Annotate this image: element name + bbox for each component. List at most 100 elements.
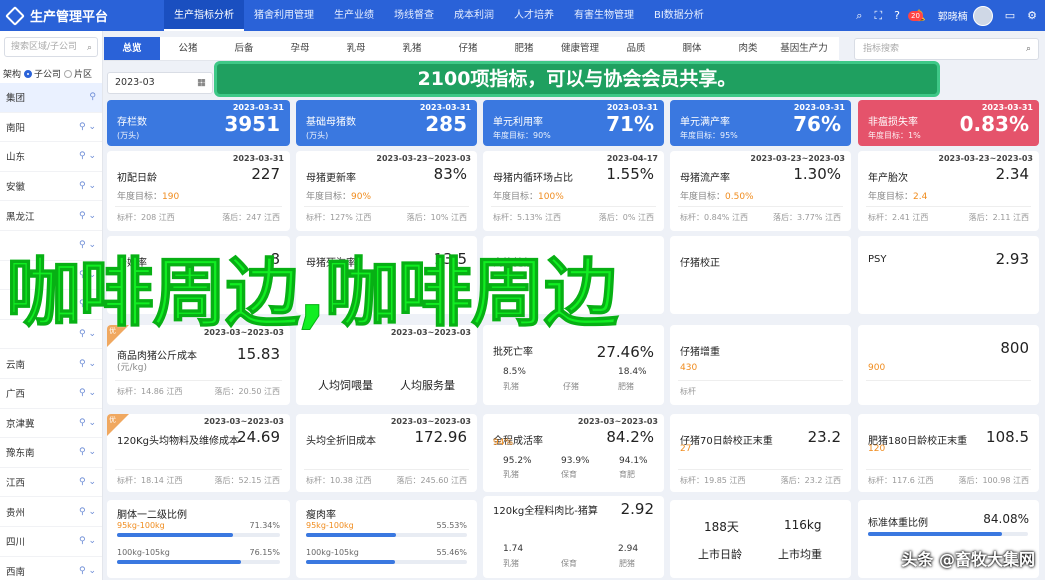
user-icon: ⚲ ⌄	[79, 151, 96, 162]
tab-3[interactable]: 孕母	[272, 37, 328, 60]
user-icon: ⚲ ⌄	[79, 417, 96, 428]
divider	[678, 206, 843, 207]
nav-item[interactable]: 人才培养	[504, 0, 564, 31]
metric-date: 2023-03-23~2023-03	[376, 154, 471, 163]
tab-9[interactable]: 品质	[608, 37, 664, 60]
target-label: 年度目标：	[306, 192, 352, 202]
metric-name: 120kg全程料肉比-猪算	[493, 506, 598, 517]
laggard: 落后：3.77% 江西	[773, 213, 841, 222]
indicator-search-input[interactable]: 指标搜索 ⌕	[854, 38, 1039, 60]
metric-name: 头均全折旧成本	[306, 436, 376, 447]
metric-card: 仔猪校正	[670, 236, 851, 314]
ratio-card: 胴体一二级比例 95kg-100kg 71.34% 100kg-105kg 76.15%	[107, 500, 290, 578]
sidebar-item[interactable]: 南阳 ⚲ ⌄	[0, 113, 102, 143]
divider	[115, 380, 282, 381]
benchmark: 标杆：208 江西	[117, 213, 175, 222]
tab-12[interactable]: 基因生产力	[776, 37, 832, 60]
sidebar-item-label: 京津冀	[6, 418, 35, 430]
sidebar-item[interactable]: 豫东南 ⚲ ⌄	[0, 438, 102, 468]
screen-icon[interactable]: ▭	[1005, 9, 1015, 22]
target-value: 90%	[351, 192, 372, 202]
tab-8[interactable]: 健康管理	[552, 37, 608, 60]
nav-item[interactable]: 成本利润	[444, 0, 504, 31]
metric-value: 108.5	[986, 428, 1029, 446]
main-nav: 生产指标分析 猪舍利用管理 生产业绩 场线督查 成本利润 人才培养 有害生物管理…	[164, 0, 714, 31]
date-picker[interactable]: 2023-03 ▦	[107, 72, 213, 94]
date-value: 2023-03	[115, 77, 155, 88]
sidebar-item[interactable]: 黑龙江 ⚲ ⌄	[0, 201, 102, 231]
benchmark: 标杆：127% 江西	[306, 213, 372, 222]
sidebar-item[interactable]: 云南 ⚲ ⌄	[0, 349, 102, 379]
sub-value: 18.4%	[618, 367, 647, 377]
bar-label: 95kg-100kg	[117, 521, 165, 530]
bell-icon[interactable]: 🔔20	[908, 9, 926, 22]
bar-value: 71.34%	[249, 521, 280, 530]
search-icon[interactable]: ⌕	[856, 9, 862, 23]
tab-10[interactable]: 胴体	[664, 37, 720, 60]
sub-label: 乳猪	[503, 470, 519, 479]
metric-value: 2.93	[995, 250, 1029, 268]
target-value: 190	[162, 192, 180, 202]
laggard: 落后：247 江西	[222, 213, 280, 222]
fullscreen-icon[interactable]: ⛶	[874, 9, 882, 23]
benchmark: 标杆	[680, 387, 696, 396]
laggard: 落后：100.98 江西	[958, 476, 1029, 485]
bar-value: 76.15%	[249, 548, 280, 557]
sidebar-item[interactable]: 贵州 ⚲ ⌄	[0, 497, 102, 527]
target-label: 年度目标：	[493, 192, 539, 202]
tab-0[interactable]: 总览	[104, 37, 160, 60]
laggard: 落后：52.15 江西	[214, 476, 280, 485]
metric-date: 2023-03~2023-03	[203, 417, 284, 426]
tab-4[interactable]: 乳母	[328, 37, 384, 60]
top-bar: 生产管理平台 生产指标分析 猪舍利用管理 生产业绩 场线督查 成本利润 人才培养…	[0, 0, 1045, 31]
tab-11[interactable]: 肉类	[720, 37, 776, 60]
sidebar-item[interactable]: 京津冀 ⚲ ⌄	[0, 409, 102, 439]
metric-name: 仔猪70日龄校正末重	[680, 436, 773, 447]
user-menu[interactable]: 郭晓楠	[938, 5, 993, 26]
metric-name: PSY	[868, 254, 887, 265]
sidebar-item[interactable]: 山东 ⚲ ⌄	[0, 142, 102, 172]
tab-6[interactable]: 仔猪	[440, 37, 496, 60]
sidebar-item[interactable]: 安徽 ⚲ ⌄	[0, 172, 102, 202]
bar-label: 100kg-105kg	[306, 548, 359, 557]
tab-7[interactable]: 肥猪	[496, 37, 552, 60]
settings-icon[interactable]: ⚙	[1027, 9, 1037, 22]
user-icon: ⚲ ⌄	[79, 536, 96, 547]
watermark-text: 咖啡周边,咖啡周边	[6, 249, 619, 338]
sidebar-item[interactable]: 西南 ⚲ ⌄	[0, 557, 102, 580]
nav-item[interactable]: 场线督查	[384, 0, 444, 31]
benchmark: 标杆：14.86 江西	[117, 387, 183, 396]
app-logo[interactable]: 生产管理平台	[0, 5, 164, 26]
nav-item[interactable]: 猪舍利用管理	[244, 0, 324, 31]
tab-2[interactable]: 后备	[216, 37, 272, 60]
kpi-value: 3951	[224, 112, 280, 136]
divider	[678, 469, 843, 470]
sidebar-item[interactable]: 江西 ⚲ ⌄	[0, 468, 102, 498]
sidebar-item-label: 贵州	[6, 507, 26, 519]
sidebar-item-label: 四川	[6, 537, 26, 549]
nav-item[interactable]: 有害生物管理	[564, 0, 644, 31]
sidebar-item[interactable]: 集团 ⚲	[0, 83, 102, 113]
nav-item[interactable]: 生产指标分析	[164, 0, 244, 31]
sub-value: 1.74	[503, 544, 524, 554]
user-icon: ⚲ ⌄	[79, 210, 96, 221]
sidebar-item-label: 广西	[6, 389, 26, 401]
metric-card: 120kg全程料肉比-猪算 2.92 1.74 2.94 乳猪 保育 肥猪	[483, 496, 664, 578]
radio-area[interactable]: 片区	[64, 67, 92, 80]
tab-5[interactable]: 乳猪	[384, 37, 440, 60]
nav-item[interactable]: BI数据分析	[644, 0, 714, 31]
tab-1[interactable]: 公猪	[160, 37, 216, 60]
kpi-value: 76%	[793, 112, 841, 136]
radio-company[interactable]: 子公司	[24, 67, 61, 80]
sidebar-search-input[interactable]: 搜索区域/子公司 ⌕	[4, 37, 98, 57]
metric-value: 24.69	[237, 428, 280, 446]
sidebar-item[interactable]: 四川 ⚲ ⌄	[0, 527, 102, 557]
nav-item[interactable]: 生产业绩	[324, 0, 384, 31]
metric-target: 年度目标：2.4	[868, 189, 927, 202]
sidebar-item[interactable]: 广西 ⚲ ⌄	[0, 379, 102, 409]
user-icon: ⚲ ⌄	[79, 181, 96, 192]
logo-icon	[5, 5, 25, 26]
help-icon[interactable]: ?	[894, 9, 900, 22]
kpi-card: 2023-03-31 单元满产率 年度目标：95% 76%	[670, 100, 851, 146]
benchmark: 标杆：0.84% 江西	[680, 213, 748, 222]
